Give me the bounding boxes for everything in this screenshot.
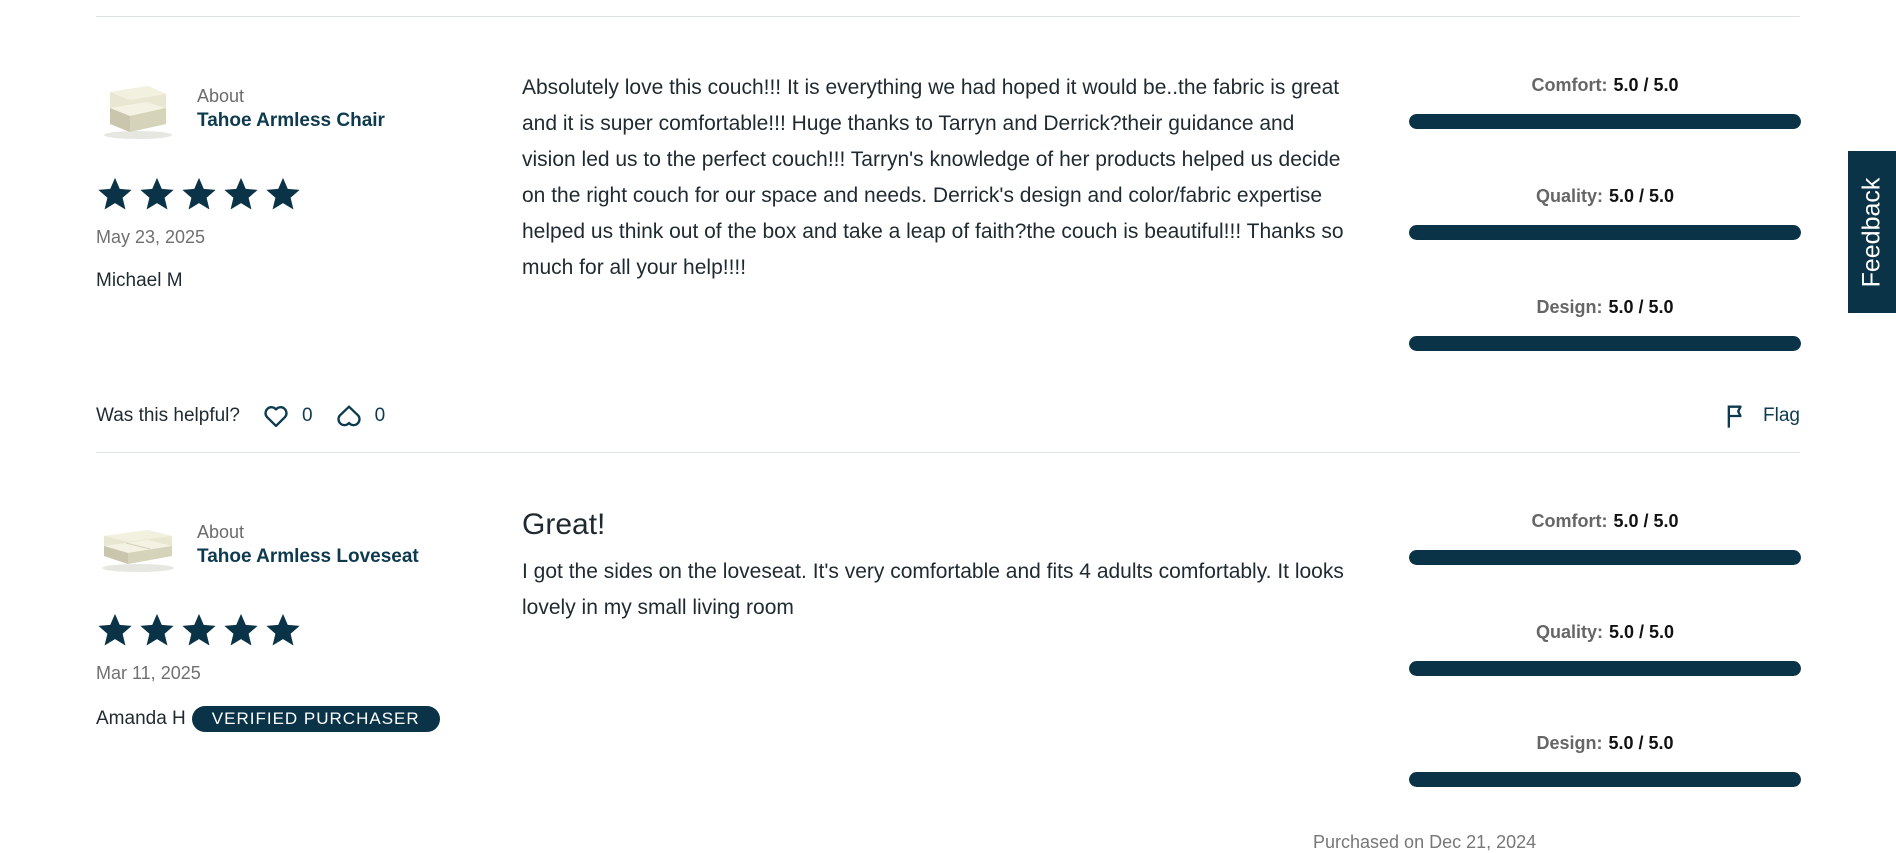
about-label: About [197, 522, 245, 542]
rating-bar [1409, 225, 1801, 240]
review-content: Great! I got the sides on the loveseat. … [522, 506, 1352, 626]
rating-bar-fill [1409, 550, 1801, 565]
rating-bar-fill [1409, 336, 1801, 351]
star-icon [98, 613, 132, 646]
product-reference[interactable]: About Tahoe Armless Chair [96, 70, 476, 140]
star-icon [140, 613, 174, 646]
star-icon [182, 613, 216, 646]
star-icon [140, 177, 174, 210]
product-reference[interactable]: About Tahoe Armless Loveseat [96, 506, 476, 576]
review-meta: About Tahoe Armless Loveseat Mar 11, 202… [96, 506, 476, 732]
rating-quality: Quality: 5.0 / 5.0 [1409, 181, 1801, 292]
review-content: Absolutely love this couch!!! It is ever… [522, 70, 1352, 286]
review-body: Absolutely love this couch!!! It is ever… [522, 76, 1344, 279]
rating-bar [1409, 661, 1801, 676]
review-date: Mar 11, 2025 [96, 663, 201, 683]
rating-quality: Quality: 5.0 / 5.0 [1409, 617, 1801, 728]
rating-bar [1409, 114, 1801, 129]
about-label: About [197, 86, 245, 106]
author-name: Amanda H [96, 708, 186, 729]
feedback-tab-button[interactable]: Feedback [1848, 151, 1896, 313]
star-icon [98, 177, 132, 210]
author-name: Michael M [96, 270, 183, 291]
rating-bar [1409, 336, 1801, 351]
feedback-label: Feedback [1857, 177, 1886, 287]
broken-heart-icon [336, 405, 361, 427]
flag-label: Flag [1763, 405, 1800, 426]
rating-value: 5.0 / 5.0 [1608, 297, 1674, 317]
rating-comfort: Comfort: 5.0 / 5.0 [1409, 506, 1801, 617]
rating-bar-fill [1409, 661, 1801, 676]
product-name-link[interactable]: Tahoe Armless Loveseat [197, 546, 419, 568]
star-icon [266, 177, 300, 210]
top-divider [96, 16, 1800, 17]
helpful-row: Was this helpful? 0 0 Flag [96, 396, 1800, 436]
dislike-button[interactable]: 0 [335, 402, 386, 430]
rating-value: 5.0 / 5.0 [1608, 733, 1674, 753]
verified-purchaser-badge: VERIFIED PURCHASER [191, 706, 440, 732]
rating-breakdown: Comfort: 5.0 / 5.0 Quality: 5.0 / 5.0 Desi… [1409, 70, 1801, 403]
like-count: 0 [301, 405, 313, 426]
rating-label: Comfort: [1531, 511, 1608, 531]
review-body: I got the sides on the loveseat. It's ve… [522, 560, 1344, 619]
rating-breakdown: Comfort: 5.0 / 5.0 Quality: 5.0 / 5.0 Desi… [1409, 506, 1801, 839]
rating-comfort: Comfort: 5.0 / 5.0 [1409, 70, 1801, 181]
product-thumbnail-chair[interactable] [96, 80, 176, 140]
review-title: Great! [522, 508, 606, 541]
rating-label: Quality: [1535, 186, 1603, 206]
purchase-date: Purchased on Dec 21, 2024 [1313, 832, 1537, 852]
helpful-question: Was this helpful? [96, 405, 240, 426]
product-thumbnail-loveseat[interactable] [96, 516, 176, 576]
star-rating [96, 175, 302, 213]
rating-label: Quality: [1535, 622, 1603, 642]
rating-label: Comfort: [1531, 75, 1608, 95]
rating-bar-fill [1409, 114, 1801, 129]
rating-value: 5.0 / 5.0 [1608, 622, 1675, 642]
rating-bar [1409, 550, 1801, 565]
rating-bar [1409, 772, 1801, 787]
rating-value: 5.0 / 5.0 [1608, 186, 1675, 206]
star-icon [182, 177, 216, 210]
dislike-count: 0 [374, 405, 386, 426]
rating-bar-fill [1409, 225, 1801, 240]
review-author: Amanda H VERIFIED PURCHASER [96, 706, 440, 732]
rating-label: Design: [1536, 297, 1603, 317]
rating-design: Design: 5.0 / 5.0 [1409, 292, 1801, 403]
rating-value: 5.0 / 5.0 [1613, 511, 1679, 531]
heart-icon [264, 406, 288, 428]
flag-icon [1727, 405, 1742, 428]
review-author: Michael M [96, 270, 183, 292]
rating-design: Design: 5.0 / 5.0 [1409, 728, 1801, 839]
star-icon [224, 177, 258, 210]
star-icon [266, 613, 300, 646]
star-icon [224, 613, 258, 646]
review-meta: About Tahoe Armless Chair May 23, 2025 M… [96, 70, 476, 291]
review-date: May 23, 2025 [96, 227, 206, 247]
rating-value: 5.0 / 5.0 [1613, 75, 1679, 95]
flag-button[interactable]: Flag [1723, 402, 1800, 430]
review-divider [96, 452, 1800, 453]
rating-label: Design: [1536, 733, 1603, 753]
star-rating [96, 611, 302, 649]
product-name-link[interactable]: Tahoe Armless Chair [197, 110, 385, 132]
like-button[interactable]: 0 [262, 402, 313, 430]
rating-bar-fill [1409, 772, 1801, 787]
